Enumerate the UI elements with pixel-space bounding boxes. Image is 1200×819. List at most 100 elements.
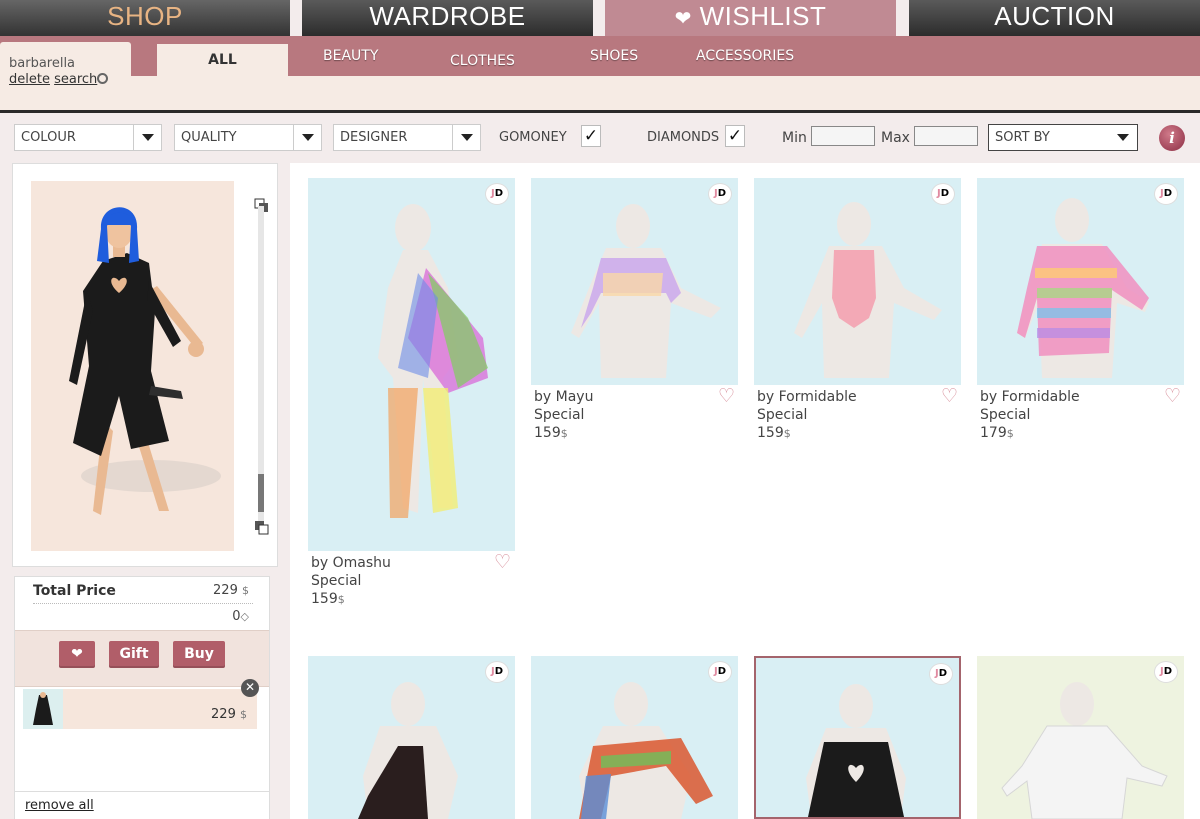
- product-meta: by Formidable Special 159$: [757, 388, 857, 443]
- tab-shop[interactable]: SHOP: [0, 0, 290, 36]
- heart-icon: ❤: [71, 646, 83, 662]
- category-tab-beauty[interactable]: BEAUTY: [323, 48, 378, 64]
- quality-dropdown[interactable]: QUALITY: [174, 124, 322, 151]
- category-tab-all[interactable]: ALL: [157, 44, 288, 76]
- chevron-down-icon: [293, 125, 321, 150]
- designer-dropdown-label: DESIGNER: [340, 130, 408, 145]
- product-card[interactable]: JD: [308, 178, 515, 551]
- product-price: 179$: [980, 425, 1014, 441]
- gift-button[interactable]: Gift: [109, 641, 159, 668]
- search-link[interactable]: search: [54, 72, 97, 87]
- tab-wardrobe[interactable]: WARDROBE: [302, 0, 593, 36]
- info-icon[interactable]: i: [1159, 125, 1185, 151]
- product-price: 159$: [311, 591, 345, 607]
- max-price-input[interactable]: [914, 126, 978, 146]
- wishlist-heart-button[interactable]: ❤: [59, 641, 95, 668]
- avatar-figure: [69, 207, 221, 515]
- search-icon[interactable]: [97, 73, 109, 84]
- wishlist-heart-icon[interactable]: ♡: [1164, 385, 1181, 407]
- quality-dropdown-label: QUALITY: [181, 130, 237, 145]
- colour-dropdown-label: COLOUR: [21, 130, 76, 145]
- gomoney-coin-icon: $: [1006, 427, 1014, 440]
- delete-search-link[interactable]: delete: [9, 72, 50, 87]
- avatar-panel: [12, 163, 278, 567]
- brand-badge: JD: [708, 183, 732, 205]
- action-buttons: ❤ Gift Buy: [15, 630, 269, 687]
- product-grid: JD by Omashu Special 159$ ♡ JD by Mayu S…: [290, 163, 1200, 819]
- heart-icon: ❤: [674, 8, 692, 30]
- diamonds-checkbox[interactable]: ✓: [725, 125, 745, 147]
- product-category: Special: [311, 573, 362, 589]
- chevron-down-icon: [452, 125, 480, 150]
- filter-row: COLOUR QUALITY DESIGNER GOMONEY ✓ DIAMON…: [0, 113, 1200, 161]
- product-category: Special: [534, 407, 585, 423]
- close-icon[interactable]: ✕: [241, 679, 259, 697]
- chevron-down-icon: [133, 125, 161, 150]
- brand-badge: JD: [1154, 183, 1178, 205]
- brand-badge: JD: [1154, 661, 1178, 683]
- brand-badge: JD: [485, 661, 509, 683]
- gomoney-checkbox[interactable]: ✓: [581, 125, 601, 147]
- garment-preview: [806, 684, 906, 817]
- cart-item-thumbnail: [23, 689, 63, 729]
- category-tab-shoes[interactable]: SHOES: [590, 48, 638, 64]
- product-category: Special: [757, 407, 808, 423]
- cart-item: 229 $ ✕: [23, 679, 259, 729]
- product-meta: by Omashu Special 159$: [311, 554, 391, 609]
- gomoney-label: GOMONEY: [499, 130, 567, 145]
- wishlist-heart-icon[interactable]: ♡: [718, 385, 735, 407]
- cart-item-price: 229 $: [211, 707, 247, 722]
- min-label: Min: [782, 130, 807, 146]
- gomoney-coin-icon: $: [337, 593, 345, 606]
- product-card[interactable]: JD: [977, 656, 1184, 819]
- garment-preview: [358, 682, 458, 819]
- designer-dropdown[interactable]: DESIGNER: [333, 124, 481, 151]
- search-links: delete search: [9, 72, 109, 87]
- sort-by-dropdown[interactable]: SORT BY: [988, 124, 1138, 151]
- remove-all-link[interactable]: remove all: [25, 798, 94, 813]
- content-band: [0, 76, 1200, 110]
- diamonds-label: DIAMONDS: [647, 130, 720, 145]
- zoom-slider-thumb[interactable]: [258, 474, 264, 512]
- scroll-down-button[interactable]: [253, 519, 270, 536]
- diamond-icon: ◇: [240, 610, 249, 623]
- price-divider: [33, 603, 253, 604]
- max-label: Max: [881, 130, 910, 146]
- min-price-input[interactable]: [811, 126, 875, 146]
- product-card[interactable]: JD: [754, 178, 961, 385]
- tab-auction[interactable]: AUCTION: [909, 0, 1200, 36]
- garment-preview: [579, 682, 713, 819]
- category-tab-clothes[interactable]: CLOTHES: [450, 53, 515, 69]
- cart-panel: Total Price 229 $ 0◇ ❤ Gift Buy 229 $ ✕ …: [14, 576, 270, 819]
- sort-by-label: SORT BY: [995, 130, 1050, 145]
- product-meta: by Mayu Special 159$: [534, 388, 593, 443]
- product-price: 159$: [757, 425, 791, 441]
- gomoney-coin-icon: $: [560, 427, 568, 440]
- product-card[interactable]: JD: [531, 656, 738, 819]
- garment-preview: [378, 204, 488, 518]
- main-nav: SHOP WARDROBE ❤ WISHLIST AUCTION: [0, 0, 1200, 38]
- garment-preview: [571, 204, 721, 378]
- product-designer: by Omashu: [311, 555, 391, 571]
- product-meta: by Formidable Special 179$: [980, 388, 1080, 443]
- username: barbarella: [9, 56, 76, 71]
- colour-dropdown[interactable]: COLOUR: [14, 124, 162, 151]
- product-card[interactable]: JD: [977, 178, 1184, 385]
- gomoney-coin-icon: $: [783, 427, 791, 440]
- gomoney-coin-icon: $: [240, 708, 247, 721]
- product-card[interactable]: JD: [308, 656, 515, 819]
- brand-badge: JD: [931, 183, 955, 205]
- total-price-value: 229 $: [213, 583, 249, 598]
- wishlist-heart-icon[interactable]: ♡: [941, 385, 958, 407]
- product-card-selected[interactable]: JD: [754, 656, 961, 819]
- total-price-label: Total Price: [33, 583, 116, 599]
- garment-preview: [1001, 682, 1168, 819]
- brand-badge: JD: [485, 183, 509, 205]
- product-category: Special: [980, 407, 1031, 423]
- product-card[interactable]: JD: [531, 178, 738, 385]
- tab-wishlist[interactable]: ❤ WISHLIST: [605, 0, 896, 36]
- wishlist-heart-icon[interactable]: ♡: [494, 551, 511, 573]
- category-tab-accessories[interactable]: ACCESSORIES: [696, 48, 794, 64]
- product-designer: by Formidable: [980, 389, 1080, 405]
- buy-button[interactable]: Buy: [173, 641, 225, 668]
